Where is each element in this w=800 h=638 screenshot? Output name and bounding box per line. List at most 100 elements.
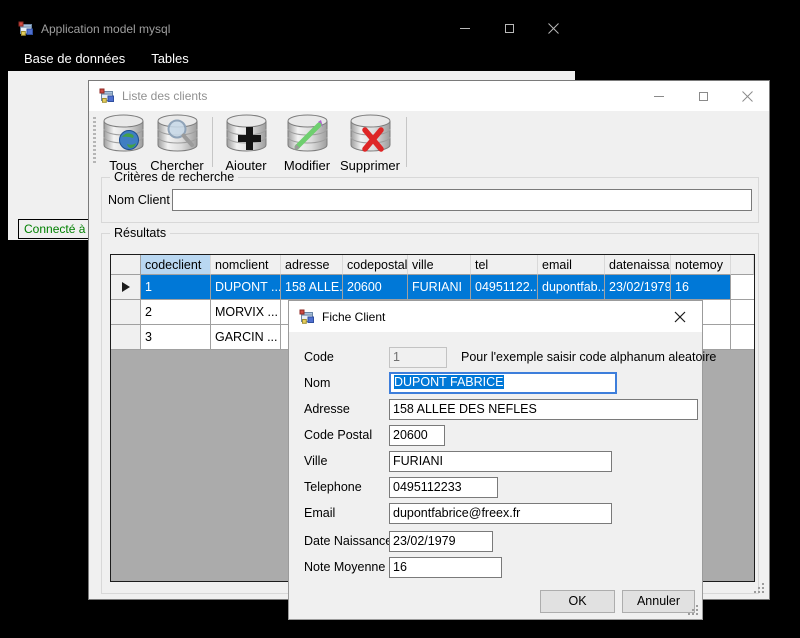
current-row-arrow-icon	[122, 282, 130, 292]
nom-client-input[interactable]	[172, 189, 752, 211]
grid-cell[interactable]: 158 ALLE...	[281, 275, 343, 300]
search-groupbox-title: Critères de recherche	[110, 170, 238, 184]
grid-cell[interactable]: 04951122...	[471, 275, 538, 300]
code-postal-label: Code Postal	[304, 428, 372, 442]
grid-cell[interactable]: 1	[141, 275, 211, 300]
close-icon	[548, 23, 559, 34]
column-header-filler	[731, 255, 754, 275]
column-header-email[interactable]: email	[538, 255, 605, 275]
column-header-ville[interactable]: ville	[408, 255, 471, 275]
minimize-button[interactable]	[637, 81, 681, 111]
close-icon	[674, 311, 686, 323]
toolbar-button-label: Supprimer	[340, 158, 400, 173]
winforms-app-icon	[299, 309, 315, 325]
grid-cell-filler	[731, 275, 754, 300]
column-header-tel[interactable]: tel	[471, 255, 538, 275]
column-header-datenaissance[interactable]: datenaissance	[605, 255, 671, 275]
toolbar-button-modifier[interactable]: Modifier	[281, 113, 333, 171]
toolbar-grip[interactable]	[93, 117, 96, 163]
date-naissance-label: Date Naissance	[304, 534, 392, 548]
desktop: Application model mysql Base de données …	[0, 0, 800, 638]
date-naissance-input[interactable]: 23/02/1979	[389, 531, 493, 552]
column-header-adresse[interactable]: adresse	[281, 255, 343, 275]
grid-cell[interactable]: GARCIN ...	[211, 325, 281, 350]
column-header-nomclient[interactable]: nomclient	[211, 255, 281, 275]
code-postal-input[interactable]: 20600	[389, 425, 445, 446]
code-input: 1	[389, 347, 447, 368]
fiche-client-dialog: Fiche Client Code 1 Pour l'exemple saisi…	[288, 300, 703, 620]
column-header-notemoy[interactable]: notemoy	[671, 255, 731, 275]
email-input[interactable]: dupontfabrice@freex.fr	[389, 503, 612, 524]
maximize-icon	[505, 24, 514, 33]
grid-cell[interactable]: 3	[141, 325, 211, 350]
close-icon	[742, 91, 753, 102]
toolbar-button-ajouter[interactable]: Ajouter	[221, 113, 271, 171]
row-selector-cell[interactable]	[111, 275, 141, 300]
nom-input[interactable]: DUPONT FABRICE	[389, 372, 617, 394]
dialog-title: Fiche Client	[322, 310, 385, 324]
grid-cell[interactable]: FURIANI	[408, 275, 471, 300]
toolbar-separator	[212, 117, 213, 167]
grid-cell[interactable]: MORVIX ...	[211, 300, 281, 325]
window-resize-grip[interactable]	[753, 582, 765, 594]
row-selector-cell[interactable]	[111, 325, 141, 350]
grid-row-1[interactable]: 1 DUPONT ... 158 ALLE... 20600 FURIANI 0…	[111, 275, 754, 300]
grid-cell[interactable]: DUPONT ...	[211, 275, 281, 300]
email-label: Email	[304, 506, 335, 520]
connection-status-label: Connecté à	[18, 219, 91, 239]
ville-label: Ville	[304, 454, 327, 468]
grid-cell[interactable]: dupontfab...	[538, 275, 605, 300]
maximize-icon	[699, 92, 708, 101]
selected-text: DUPONT FABRICE	[394, 375, 504, 389]
maximize-button[interactable]	[681, 81, 725, 111]
liste-window-titlebar[interactable]: Liste des clients	[89, 81, 769, 111]
dialog-resize-grip[interactable]	[687, 604, 699, 616]
winforms-app-icon	[18, 21, 34, 37]
grid-cell[interactable]: 16	[671, 275, 731, 300]
row-selector-header[interactable]	[111, 255, 141, 275]
close-button[interactable]	[531, 12, 575, 45]
column-header-codeclient[interactable]: codeclient	[141, 255, 211, 275]
grid-cell[interactable]: 2	[141, 300, 211, 325]
grid-cell[interactable]: 23/02/1979	[605, 275, 671, 300]
nom-label: Nom	[304, 376, 330, 390]
toolbar-button-chercher[interactable]: Chercher	[151, 113, 203, 171]
minimize-icon	[654, 96, 664, 97]
dialog-titlebar[interactable]: Fiche Client	[289, 301, 702, 332]
database-add-icon	[223, 113, 270, 158]
main-window-title: Application model mysql	[41, 22, 170, 36]
minimize-icon	[460, 28, 470, 29]
toolbar-button-supprimer[interactable]: Supprimer	[339, 113, 401, 171]
ok-button[interactable]: OK	[540, 590, 615, 613]
grid-header-row: codeclient nomclient adresse codepostal …	[111, 255, 754, 275]
winforms-app-icon	[99, 88, 115, 104]
maximize-button[interactable]	[487, 12, 531, 45]
minimize-button[interactable]	[443, 12, 487, 45]
menu-item-base-de-donnees[interactable]: Base de données	[14, 46, 135, 71]
menu-item-tables[interactable]: Tables	[141, 46, 199, 71]
toolbar: Tous Chercher	[89, 111, 769, 173]
liste-window-title: Liste des clients	[122, 89, 207, 103]
search-criteria-groupbox: Critères de recherche Nom Client	[101, 177, 759, 223]
telephone-label: Telephone	[304, 480, 362, 494]
ville-input[interactable]: FURIANI	[389, 451, 612, 472]
database-edit-icon	[284, 113, 331, 158]
adresse-input[interactable]: 158 ALLEE DES NEFLES	[389, 399, 698, 420]
code-label: Code	[304, 350, 334, 364]
main-window-titlebar[interactable]: Application model mysql	[8, 12, 575, 45]
code-hint-label: Pour l'exemple saisir code alphanum alea…	[461, 350, 716, 364]
toolbar-button-label: Modifier	[284, 158, 330, 173]
database-globe-icon	[100, 113, 147, 158]
column-header-codepostal[interactable]: codepostal	[343, 255, 408, 275]
cancel-button[interactable]: Annuler	[622, 590, 695, 613]
grid-cell[interactable]: 20600	[343, 275, 408, 300]
telephone-input[interactable]: 0495112233	[389, 477, 498, 498]
close-button[interactable]	[658, 301, 702, 332]
toolbar-button-tous[interactable]: Tous	[99, 113, 147, 171]
database-delete-icon	[347, 113, 394, 158]
close-button[interactable]	[725, 81, 769, 111]
grid-cell-filler	[731, 325, 754, 350]
row-selector-cell[interactable]	[111, 300, 141, 325]
note-moyenne-input[interactable]: 16	[389, 557, 502, 578]
adresse-label: Adresse	[304, 402, 350, 416]
